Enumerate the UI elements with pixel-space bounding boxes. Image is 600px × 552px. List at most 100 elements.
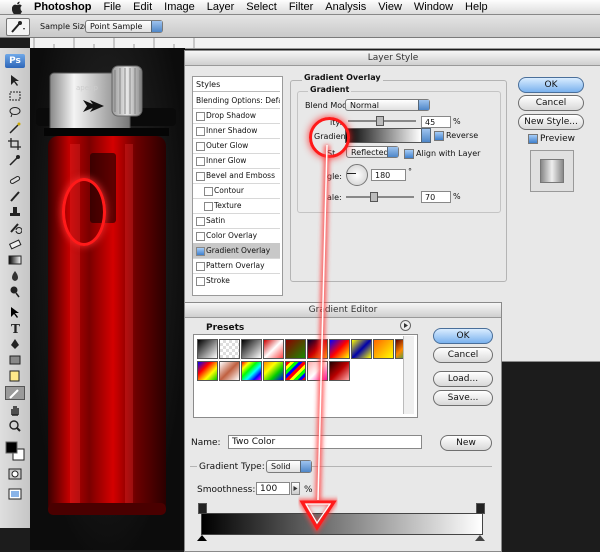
texture-checkbox[interactable] <box>204 202 213 211</box>
preview-checkbox[interactable] <box>528 134 538 144</box>
styles-header[interactable]: Styles <box>193 77 280 92</box>
history-brush-tool-icon[interactable] <box>8 222 23 234</box>
style-texture[interactable]: Texture <box>193 198 280 214</box>
menu-filter[interactable]: Filter <box>289 1 313 13</box>
preset-swatch[interactable] <box>263 339 284 359</box>
gradient-picker-arrow[interactable] <box>421 128 431 143</box>
menu-help[interactable]: Help <box>465 1 488 13</box>
new-style-button[interactable]: New Style... <box>518 114 584 130</box>
healing-brush-tool-icon[interactable] <box>8 174 22 186</box>
eyedropper-tool-active-icon[interactable] <box>5 386 25 400</box>
menu-app-name[interactable]: Photoshop <box>34 1 91 13</box>
inner-shadow-checkbox[interactable] <box>196 127 205 136</box>
style-inner-glow[interactable]: Inner Glow <box>193 153 280 169</box>
preset-swatch[interactable] <box>351 339 372 359</box>
style-pattern-overlay[interactable]: Pattern Overlay <box>193 258 280 274</box>
layer-style-cancel-button[interactable]: Cancel <box>518 95 584 111</box>
satin-checkbox[interactable] <box>196 217 205 226</box>
shape-tool-icon[interactable] <box>8 354 22 366</box>
menu-analysis[interactable]: Analysis <box>325 1 366 13</box>
style-blending-options[interactable]: Blending Options: Default <box>193 93 280 109</box>
eyedropper-tool-preset-icon[interactable] <box>6 18 30 36</box>
new-gradient-button[interactable]: New <box>440 435 492 451</box>
stroke-checkbox[interactable] <box>196 277 205 286</box>
menu-layer[interactable]: Layer <box>207 1 235 13</box>
scale-field[interactable]: 70 <box>421 191 451 203</box>
lasso-tool-icon[interactable] <box>8 106 22 118</box>
blend-mode-select[interactable]: Normal <box>345 99 430 111</box>
style-color-overlay[interactable]: Color Overlay <box>193 228 280 244</box>
preset-swatch[interactable] <box>197 339 218 359</box>
gradient-editor-cancel-button[interactable]: Cancel <box>433 347 493 363</box>
notes-tool-icon[interactable] <box>8 370 22 382</box>
blur-tool-icon[interactable] <box>8 270 22 282</box>
crop-tool-icon[interactable] <box>8 138 22 150</box>
preset-swatch[interactable] <box>197 361 218 381</box>
eyedropper-tool-icon[interactable] <box>8 154 22 166</box>
style-stroke[interactable]: Stroke <box>193 273 280 288</box>
menu-image[interactable]: Image <box>164 1 195 13</box>
menu-window[interactable]: Window <box>414 1 453 13</box>
load-button[interactable]: Load... <box>433 371 493 387</box>
preset-swatch[interactable] <box>373 339 394 359</box>
hand-tool-icon[interactable] <box>8 404 22 416</box>
color-overlay-checkbox[interactable] <box>196 232 205 241</box>
menu-select[interactable]: Select <box>246 1 277 13</box>
screen-mode-icon[interactable] <box>8 488 22 500</box>
smoothness-field[interactable]: 100 <box>256 482 290 495</box>
menu-view[interactable]: View <box>378 1 402 13</box>
apple-icon[interactable] <box>10 0 24 14</box>
type-tool-icon[interactable]: T <box>8 322 22 336</box>
path-selection-tool-icon[interactable] <box>8 306 22 318</box>
style-drop-shadow[interactable]: Drop Shadow <box>193 108 280 124</box>
scale-slider-thumb[interactable] <box>370 192 378 202</box>
color-stop-right[interactable] <box>475 535 485 541</box>
drop-shadow-checkbox[interactable] <box>196 112 205 121</box>
bevel-emboss-checkbox[interactable] <box>196 172 205 181</box>
pattern-overlay-checkbox[interactable] <box>196 262 205 271</box>
style-bevel-emboss[interactable]: Bevel and Emboss <box>193 168 280 184</box>
opacity-slider-thumb[interactable] <box>376 116 384 126</box>
marquee-tool-icon[interactable] <box>8 90 22 102</box>
gradient-editor-ok-button[interactable]: OK <box>433 328 493 344</box>
reverse-checkbox[interactable] <box>434 131 444 141</box>
contour-checkbox[interactable] <box>204 187 213 196</box>
presets-menu-icon[interactable] <box>400 320 411 331</box>
opacity-field[interactable]: 45 <box>421 116 451 128</box>
clone-stamp-tool-icon[interactable] <box>8 206 22 218</box>
preset-swatch[interactable] <box>263 361 284 381</box>
gradient-tool-icon[interactable] <box>8 254 22 266</box>
outer-glow-checkbox[interactable] <box>196 142 205 151</box>
menu-file[interactable]: File <box>103 1 121 13</box>
gradient-preview[interactable] <box>345 128 422 143</box>
preset-swatch[interactable] <box>219 361 240 381</box>
style-outer-glow[interactable]: Outer Glow <box>193 138 280 154</box>
move-tool-icon[interactable] <box>8 74 22 86</box>
ps-logo-icon[interactable]: Ps <box>5 54 25 68</box>
angle-field[interactable]: 180 <box>371 169 406 181</box>
style-satin[interactable]: Satin <box>193 213 280 229</box>
presets-scrollbar[interactable] <box>403 336 414 414</box>
gradient-style-select[interactable]: Reflected <box>346 146 399 158</box>
preset-swatch[interactable] <box>241 339 262 359</box>
gradient-overlay-checkbox[interactable] <box>196 247 205 256</box>
style-contour[interactable]: Contour <box>193 183 280 199</box>
document-canvas[interactable]: apepp <box>30 48 185 550</box>
color-swatches-icon[interactable] <box>4 440 26 462</box>
align-with-layer-checkbox[interactable] <box>404 149 414 159</box>
style-gradient-overlay[interactable]: Gradient Overlay <box>193 243 280 259</box>
magic-wand-tool-icon[interactable] <box>8 122 22 134</box>
layer-style-ok-button[interactable]: OK <box>518 77 584 93</box>
zoom-tool-icon[interactable] <box>8 420 22 432</box>
brush-tool-icon[interactable] <box>8 190 22 202</box>
menu-edit[interactable]: Edit <box>133 1 152 13</box>
sample-size-select[interactable]: Point Sample <box>85 20 163 33</box>
inner-glow-checkbox[interactable] <box>196 157 205 166</box>
dodge-tool-icon[interactable] <box>8 286 22 298</box>
style-inner-shadow[interactable]: Inner Shadow <box>193 123 280 139</box>
pen-tool-icon[interactable] <box>8 338 22 350</box>
color-stop-left[interactable] <box>197 535 207 541</box>
preset-swatch[interactable] <box>241 361 262 381</box>
save-button[interactable]: Save... <box>433 390 493 406</box>
scale-slider-track[interactable] <box>346 196 414 198</box>
